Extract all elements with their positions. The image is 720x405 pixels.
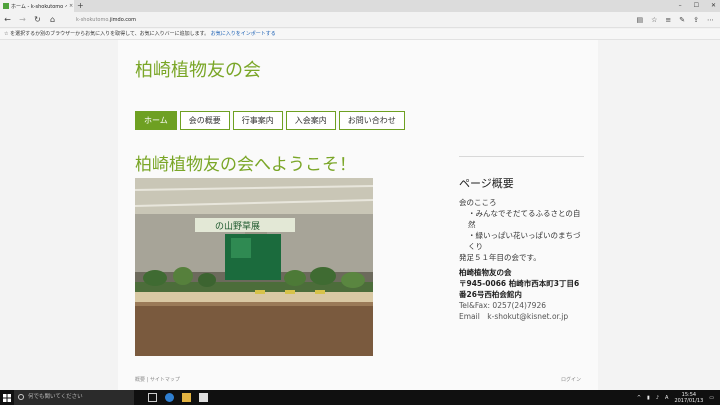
start-button[interactable]	[0, 390, 14, 405]
sidebar-title: ページ概要	[459, 177, 514, 190]
org-address: 〒945-0066 柏崎市西本町3丁目6番26号西柏会館内	[459, 279, 580, 299]
hub-icon[interactable]: ≡	[665, 16, 671, 24]
login-link[interactable]: ログイン	[561, 376, 581, 383]
page-heading: 柏崎植物友の会へようこそ！	[135, 155, 356, 175]
site-favicon-icon	[3, 3, 9, 9]
site-title[interactable]: 柏崎植物友の会	[135, 56, 261, 82]
browser-tab[interactable]: ホーム - k-shokutomo ペ ×	[0, 0, 74, 12]
sidebar: ページ概要 会のこころ ・みんなでそだてるふるさとの自然 ・緑いっぱい花いっぱい…	[459, 156, 584, 322]
tab-strip: ホーム - k-shokutomo ペ × + – ☐ ✕	[0, 0, 720, 12]
reading-view-icon[interactable]: ▤	[636, 16, 643, 24]
taskbar: 何でも聞いてください ^ ▮ ♪ A 15:54 2017/01/13 ▭	[0, 390, 720, 405]
notifications-icon[interactable]: ▭	[709, 395, 714, 401]
banner-text: の山野草展	[215, 220, 260, 232]
taskbar-apps	[148, 393, 208, 402]
close-window-button[interactable]: ✕	[711, 0, 716, 12]
search-placeholder: 何でも聞いてください	[28, 394, 83, 400]
clock[interactable]: 15:54 2017/01/13	[674, 392, 703, 404]
network-icon[interactable]: ▮	[647, 395, 650, 401]
exhibition-photo: の山野草展	[135, 178, 373, 356]
home-icon[interactable]: ⌂	[45, 15, 60, 24]
address-bar[interactable]: k-shokutomo.jimdo.com	[76, 17, 636, 23]
edge-icon[interactable]	[165, 393, 174, 402]
refresh-icon[interactable]: ↻	[30, 15, 45, 24]
favorites-star-icon: ☆	[4, 31, 9, 37]
favorite-star-icon[interactable]: ☆	[651, 16, 657, 24]
window-controls: – ☐ ✕	[679, 0, 716, 12]
share-icon[interactable]: ⇪	[693, 16, 699, 24]
page-viewport: 柏崎植物友の会 ホーム 会の概要 行事案内 入会案内 お問い合わせ 柏崎植物友の…	[0, 40, 720, 390]
clock-date: 2017/01/13	[674, 397, 704, 404]
menu-item-join[interactable]: 入会案内	[285, 111, 336, 130]
menu-item-home[interactable]: ホーム	[135, 111, 177, 130]
org-name: 柏崎植物友の会	[459, 268, 512, 277]
tab-close-icon[interactable]: ×	[69, 3, 73, 9]
system-tray: ^ ▮ ♪ A 15:54 2017/01/13 ▭	[637, 392, 720, 404]
tray-chevron-icon[interactable]: ^	[637, 395, 641, 401]
menu-item-contact[interactable]: お問い合わせ	[338, 111, 405, 130]
tab-title: ホーム - k-shokutomo ペ	[11, 3, 67, 10]
main-menu: ホーム 会の概要 行事案内 入会案内 お問い合わせ	[135, 111, 405, 130]
sidebar-line: ・緑いっぱい花いっぱいのまちづくり	[468, 231, 581, 251]
sidebar-divider	[459, 156, 584, 157]
address-prefix: k-shokutomo.	[76, 16, 110, 23]
new-tab-button[interactable]: +	[77, 0, 84, 12]
windows-logo-icon	[3, 393, 11, 402]
taskbar-search-box[interactable]: 何でも聞いてください	[14, 390, 134, 405]
exhibition-photo-graphic: の山野草展	[135, 178, 373, 356]
app: ホーム - k-shokutomo ペ × + – ☐ ✕ ← → ↻ ⌂ k-…	[0, 0, 720, 405]
file-explorer-icon[interactable]	[182, 393, 191, 402]
org-tel: Tel&Fax: 0257(24)7926	[459, 301, 546, 310]
cortana-icon	[18, 394, 24, 400]
page-footer: 概要 | サイトマップ ログイン	[135, 376, 581, 383]
ime-icon[interactable]: A	[665, 395, 668, 401]
web-note-icon[interactable]: ✎	[679, 16, 685, 24]
menu-item-about[interactable]: 会の概要	[179, 111, 230, 130]
footer-links[interactable]: 概要 | サイトマップ	[135, 376, 180, 383]
sidebar-line: 会のこころ	[459, 198, 497, 207]
import-favorites-link[interactable]: お気に入りをインポートする	[211, 31, 276, 37]
toolbar-icons: ▤ ☆ ≡ ✎ ⇪ ⋯	[636, 16, 720, 24]
favorites-hint-text: を選択するか別のブラウザーからお気に入りを取得して、お気に入りバーに追加します。	[10, 31, 210, 37]
maximize-button[interactable]: ☐	[694, 0, 699, 12]
back-arrow-icon[interactable]: ←	[0, 15, 15, 24]
more-icon[interactable]: ⋯	[707, 16, 714, 24]
minimize-button[interactable]: –	[679, 0, 682, 12]
menu-item-events[interactable]: 行事案内	[232, 111, 283, 130]
navigation-bar: ← → ↻ ⌂ k-shokutomo.jimdo.com ▤ ☆ ≡ ✎ ⇪ …	[0, 12, 720, 28]
org-email: Email k-shokut@kisnet.or.jp	[459, 312, 569, 321]
forward-arrow-icon[interactable]: →	[15, 15, 30, 24]
task-view-icon[interactable]	[148, 393, 157, 402]
address-domain: jimdo.com	[109, 16, 136, 23]
favorites-bar: ☆ を選択するか別のブラウザーからお気に入りを取得して、お気に入りバーに追加しま…	[0, 29, 720, 40]
store-icon[interactable]	[199, 393, 208, 402]
volume-icon[interactable]: ♪	[656, 395, 659, 401]
sidebar-line: 発足５１年目の会です。	[459, 253, 541, 262]
sidebar-line: ・みんなでそだてるふるさとの自然	[468, 209, 581, 229]
page-content: 柏崎植物友の会 ホーム 会の概要 行事案内 入会案内 お問い合わせ 柏崎植物友の…	[118, 40, 598, 390]
